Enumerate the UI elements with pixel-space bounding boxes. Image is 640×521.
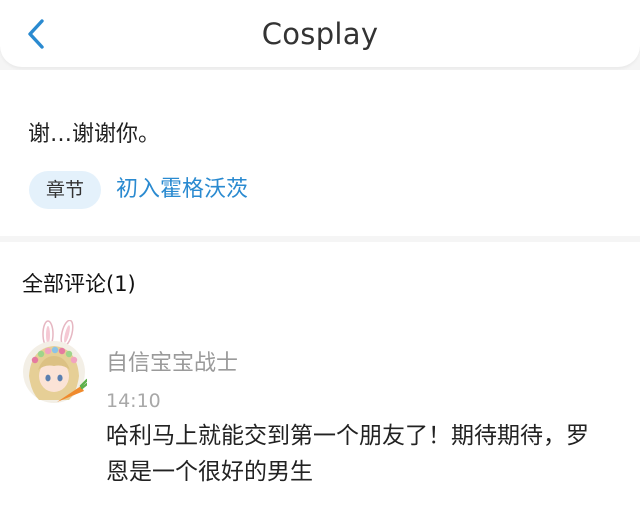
post-text: 谢…谢谢你。 bbox=[28, 122, 161, 147]
chapter-link[interactable]: 初入霍格沃茨 bbox=[116, 171, 248, 209]
comment-time: 14:10 bbox=[106, 390, 161, 412]
comment-text: 哈利马上就能交到第一个朋友了！期待期待，罗恩是一个很好的男生 bbox=[106, 423, 589, 485]
comment-username[interactable]: 自信宝宝战士 bbox=[106, 345, 238, 377]
post-card: 谢…谢谢你。 章节 初入霍格沃茨 bbox=[0, 70, 640, 236]
header-bar: Cosplay bbox=[0, 0, 640, 68]
page: Cosplay 谢…谢谢你。 章节 初入霍格沃茨 全部评论(1) 自信宝宝战士 … bbox=[0, 0, 640, 521]
page-title: Cosplay bbox=[261, 17, 379, 51]
chapter-tag: 章节 bbox=[29, 171, 101, 209]
comments-heading: 全部评论(1) bbox=[22, 272, 136, 296]
comments-section: 全部评论(1) 自信宝宝战士 14:10 哈利马上就能交到第一个朋友了！期待期待… bbox=[0, 242, 640, 521]
user-avatar[interactable] bbox=[21, 320, 87, 406]
